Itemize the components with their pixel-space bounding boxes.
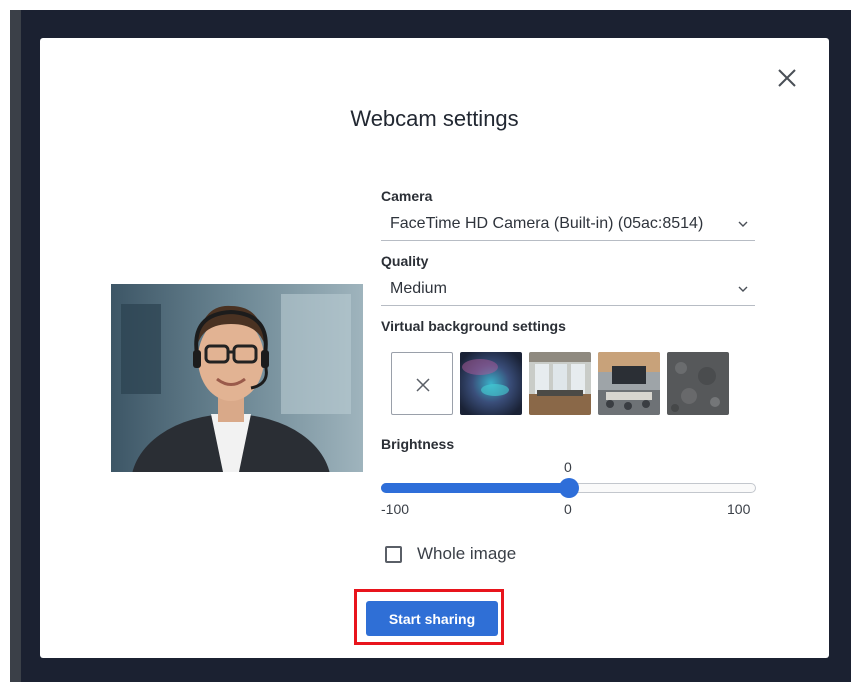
webcam-preview xyxy=(111,284,363,472)
chevron-down-icon xyxy=(738,286,748,292)
brightness-slider[interactable] xyxy=(381,478,756,498)
chevron-down-icon xyxy=(738,221,748,227)
brightness-min-label: -100 xyxy=(381,501,410,517)
background-option-office-room[interactable] xyxy=(529,352,591,415)
background-option-meeting-room[interactable] xyxy=(598,352,660,415)
slider-thumb[interactable] xyxy=(558,478,579,498)
brightness-label: Brightness xyxy=(381,436,455,452)
quality-select[interactable]: Medium xyxy=(381,275,755,306)
camera-select[interactable]: FaceTime HD Camera (Built-in) (05ac:8514… xyxy=(381,210,755,241)
close-icon[interactable] xyxy=(775,66,799,90)
brightness-current-value: 0 xyxy=(564,459,572,475)
slider-fill xyxy=(381,483,569,493)
quality-label: Quality xyxy=(381,253,429,269)
quality-value: Medium xyxy=(390,280,447,297)
webcam-settings-dialog: Webcam settings Camera FaceTime HD Camer… xyxy=(40,38,829,658)
whole-image-label: Whole image xyxy=(417,544,517,563)
background-option-aurora-sky[interactable] xyxy=(460,352,522,415)
close-icon xyxy=(416,378,430,392)
start-sharing-button[interactable]: Start sharing xyxy=(366,601,498,636)
whole-image-checkbox[interactable] xyxy=(385,546,402,563)
camera-label: Camera xyxy=(381,188,433,204)
backdrop-edge xyxy=(10,10,21,682)
background-none-option[interactable] xyxy=(391,352,453,415)
camera-value: FaceTime HD Camera (Built-in) (05ac:8514… xyxy=(390,215,704,232)
dialog-title: Webcam settings xyxy=(350,106,519,131)
brightness-mid-label: 0 xyxy=(564,501,572,517)
background-option-stone-texture[interactable] xyxy=(667,352,729,415)
brightness-max-label: 100 xyxy=(727,501,751,517)
virtual-background-label: Virtual background settings xyxy=(381,318,566,334)
